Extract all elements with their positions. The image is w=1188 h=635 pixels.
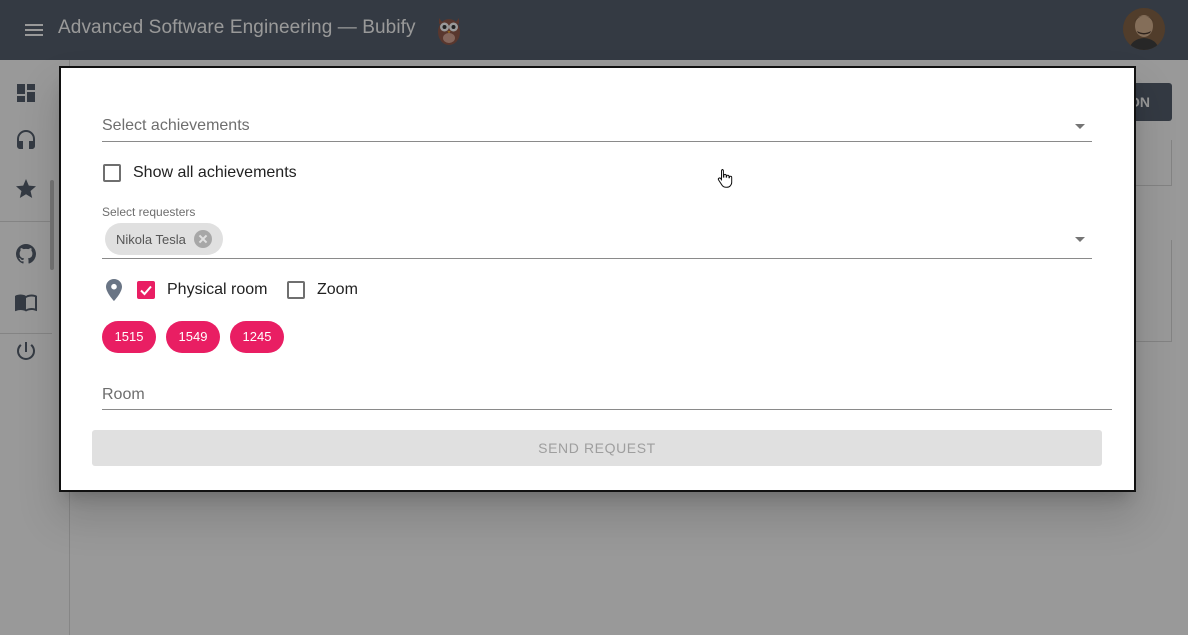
room-input-underline: [102, 409, 1112, 410]
physical-room-checkbox[interactable]: [137, 281, 155, 299]
request-dialog: Select achievements Show all achievement…: [59, 66, 1136, 492]
zoom-label: Zoom: [317, 281, 358, 298]
chevron-down-icon[interactable]: [1075, 124, 1085, 129]
physical-room-label: Physical room: [167, 281, 268, 298]
zoom-checkbox[interactable]: [287, 281, 305, 299]
room-chip-1549[interactable]: 1549: [166, 321, 220, 353]
chevron-down-icon[interactable]: [1075, 237, 1085, 242]
achievements-select-placeholder[interactable]: Select achievements: [102, 116, 250, 136]
show-all-achievements-label: Show all achievements: [133, 164, 297, 181]
achievements-select-underline: [102, 141, 1092, 142]
room-chip-1245[interactable]: 1245: [230, 321, 284, 353]
hand-cursor-icon: [717, 169, 733, 188]
room-chip-1515[interactable]: 1515: [102, 321, 156, 353]
location-pin-icon: [106, 279, 122, 301]
room-input-placeholder[interactable]: Room: [102, 385, 145, 405]
show-all-achievements-checkbox[interactable]: [103, 164, 121, 182]
send-request-button[interactable]: SEND REQUEST: [92, 430, 1102, 466]
requester-chip-label: Nikola Tesla: [116, 231, 186, 247]
requesters-select-label: Select requesters: [102, 205, 196, 219]
requester-chip: Nikola Tesla: [105, 223, 223, 255]
requesters-select-underline: [102, 258, 1092, 259]
close-icon[interactable]: [193, 230, 212, 248]
